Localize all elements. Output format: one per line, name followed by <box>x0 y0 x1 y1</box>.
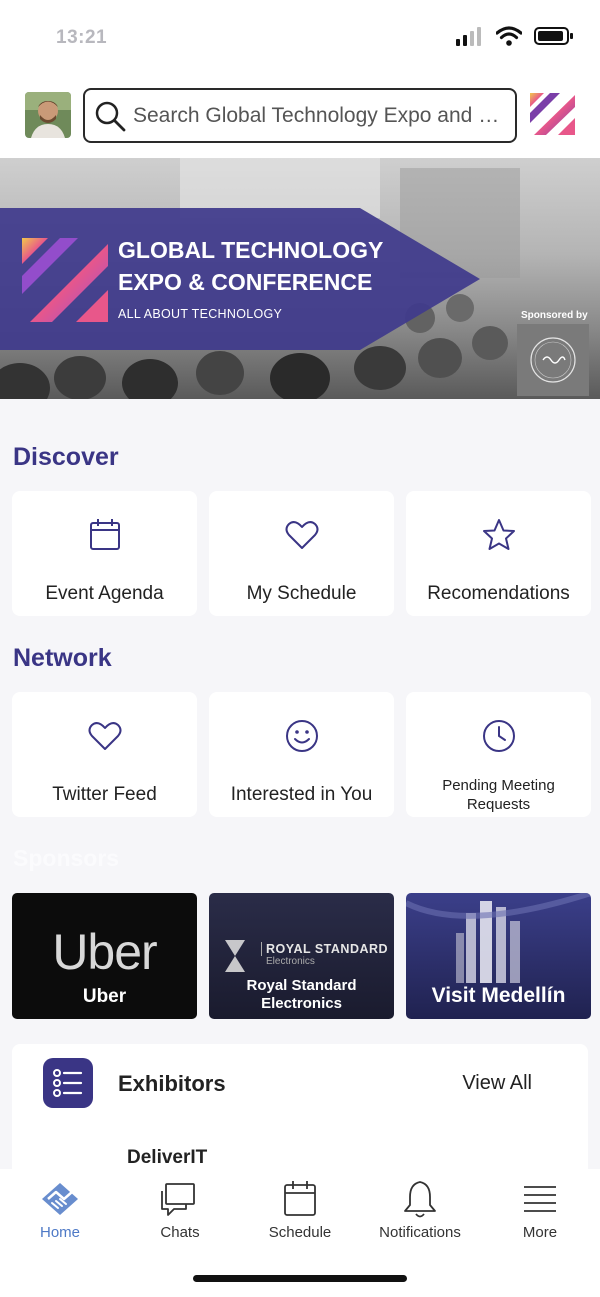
calendar-icon <box>284 1181 316 1216</box>
list-icon <box>43 1058 93 1108</box>
event-banner[interactable]: GLOBAL TECHNOLOGY EXPO & CONFERENCE ALL … <box>0 158 600 399</box>
status-bar: 13:21 <box>0 0 600 78</box>
tab-label: Chats <box>160 1224 200 1241</box>
chat-icon <box>161 1183 195 1216</box>
bell-icon <box>404 1181 436 1218</box>
banner-title-line1: GLOBAL TECHNOLOGY <box>118 237 384 263</box>
home-indicator[interactable] <box>193 1275 407 1282</box>
royal-standard-logo-icon <box>225 940 245 972</box>
search-bar[interactable] <box>83 88 517 143</box>
card-label: Pending Meeting Requests <box>442 777 555 813</box>
sponsor-label: Visit Medellín <box>431 984 566 1007</box>
card-label: Recomendations <box>427 583 570 604</box>
view-all-link[interactable]: View All <box>462 1072 532 1095</box>
royal-standard-subtext: Electronics <box>266 956 315 967</box>
brand-logo-icon[interactable] <box>530 93 575 138</box>
tab-label: Home <box>39 1224 80 1241</box>
event-agenda-card[interactable]: Event Agenda <box>12 491 197 616</box>
pending-meeting-requests-card[interactable]: Pending Meeting Requests <box>406 692 591 817</box>
smiley-icon <box>285 720 318 752</box>
battery-icon <box>534 27 573 45</box>
exhibitors-panel: Exhibitors View All DeliverIT <box>12 1044 588 1184</box>
card-label: My Schedule <box>246 583 357 604</box>
signal-icon <box>456 27 481 46</box>
search-icon <box>95 101 126 131</box>
sponsor-label: Uber <box>82 986 127 1007</box>
network-title: Network <box>13 644 112 672</box>
search-input[interactable] <box>133 103 513 128</box>
discover-title: Discover <box>13 443 119 471</box>
menu-icon <box>524 1186 556 1212</box>
sponsor-seal-icon <box>530 337 576 383</box>
tab-home[interactable]: Home <box>0 1179 120 1249</box>
sponsor-logo[interactable] <box>517 324 589 396</box>
app-header <box>0 78 600 158</box>
heart-icon <box>88 722 121 750</box>
banner-title-line2: EXPO & CONFERENCE <box>118 269 373 295</box>
handshake-icon <box>42 1183 78 1215</box>
sponsors-title: Sponsors <box>13 845 120 871</box>
tab-schedule[interactable]: Schedule <box>240 1179 360 1249</box>
exhibitor-item[interactable]: DeliverIT <box>127 1147 207 1169</box>
recommendations-card[interactable]: Recomendations <box>406 491 591 616</box>
calendar-icon <box>89 519 120 550</box>
uber-logo: Uber <box>52 924 157 980</box>
tab-label: More <box>522 1224 558 1241</box>
banner-title: GLOBAL TECHNOLOGY EXPO & CONFERENCE <box>118 234 418 298</box>
sponsor-card-royal-standard[interactable]: ROYAL STANDARD Electronics Royal Standar… <box>209 893 394 1019</box>
tab-more[interactable]: More <box>480 1179 600 1249</box>
event-logo-icon <box>22 238 108 322</box>
card-label: Twitter Feed <box>52 784 157 805</box>
clock-icon <box>482 720 515 752</box>
royal-standard-wordmark: ROYAL STANDARD <box>261 942 388 956</box>
status-time: 13:21 <box>56 27 108 48</box>
sponsored-by-label: Sponsored by <box>521 310 588 321</box>
sponsor-card-visit-medellin[interactable]: Visit Medellín <box>406 893 591 1019</box>
banner-tagline: ALL ABOUT TECHNOLOGY <box>118 307 283 321</box>
tab-label: Notifications <box>379 1224 461 1241</box>
avatar[interactable] <box>25 92 71 138</box>
status-icons <box>456 26 574 46</box>
my-schedule-card[interactable]: My Schedule <box>209 491 394 616</box>
tab-label: Schedule <box>268 1224 332 1241</box>
tab-chats[interactable]: Chats <box>120 1179 240 1249</box>
sponsor-label: Royal Standard Electronics <box>246 977 357 1012</box>
exhibitors-title: Exhibitors <box>118 1071 226 1096</box>
avatar-photo <box>25 92 71 138</box>
twitter-feed-card[interactable]: Twitter Feed <box>12 692 197 817</box>
card-label: Event Agenda <box>45 583 164 604</box>
wifi-icon <box>496 26 522 46</box>
star-icon <box>482 519 515 550</box>
heart-icon <box>285 521 318 549</box>
sponsor-card-uber[interactable]: Uber Uber <box>12 893 197 1019</box>
card-label: Interested in You <box>230 784 373 805</box>
tab-notifications[interactable]: Notifications <box>360 1179 480 1249</box>
interested-in-you-card[interactable]: Interested in You <box>209 692 394 817</box>
